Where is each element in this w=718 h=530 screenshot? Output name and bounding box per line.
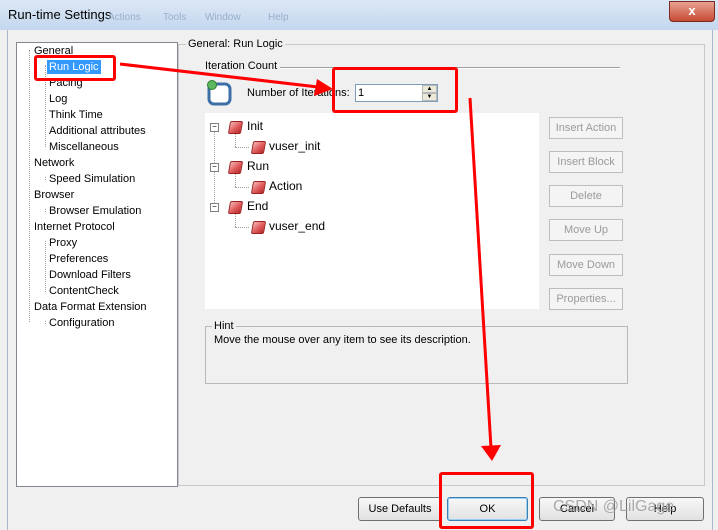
- tree-item-miscellaneous[interactable]: Miscellaneous: [47, 140, 121, 154]
- tree-line: [235, 173, 236, 187]
- insert-block-button[interactable]: Insert Block: [549, 151, 623, 173]
- move-down-button[interactable]: Move Down: [549, 254, 623, 276]
- tree-line: [235, 187, 249, 188]
- insert-action-button[interactable]: Insert Action: [549, 117, 623, 139]
- block-icon: [227, 161, 244, 174]
- action-tree-init[interactable]: Init: [247, 119, 263, 134]
- delete-button[interactable]: Delete: [549, 185, 623, 207]
- tree-item-browser[interactable]: Browser: [32, 188, 76, 202]
- tree-item-preferences[interactable]: Preferences: [47, 252, 110, 266]
- ghost-menu-actions: Actions: [108, 12, 141, 23]
- block-icon: [227, 121, 244, 134]
- section-title: General: Run Logic: [186, 38, 285, 50]
- tree-item-internet-protocol[interactable]: Internet Protocol: [32, 220, 117, 234]
- collapse-run-toggle[interactable]: −: [210, 163, 219, 172]
- tree-line: [235, 133, 236, 147]
- ghost-menu-help: Help: [268, 12, 289, 23]
- tree-item-configuration[interactable]: Configuration: [47, 316, 116, 330]
- ghost-menu-window: Window: [205, 12, 241, 23]
- tree-line: [45, 177, 46, 180]
- loop-icon: [207, 80, 233, 106]
- tree-line: [45, 209, 46, 212]
- iteration-group-label: Iteration Count: [203, 60, 280, 72]
- window-title: Run-time Settings: [8, 7, 112, 22]
- close-icon: x: [688, 3, 696, 18]
- hint-text: Move the mouse over any item to see its …: [214, 334, 471, 346]
- watermark: CSDN @LilGage: [553, 498, 675, 515]
- action-tree-run[interactable]: Run: [247, 159, 269, 174]
- tree-item-contentcheck[interactable]: ContentCheck: [47, 284, 121, 298]
- tree-item-additional-attributes[interactable]: Additional attributes: [47, 124, 148, 138]
- tree-item-think-time[interactable]: Think Time: [47, 108, 105, 122]
- annotation-highlight-iterations: [332, 67, 458, 113]
- settings-tree[interactable]: General Run Logic Pacing Log Think Time …: [16, 42, 178, 487]
- tree-item-browser-emulation[interactable]: Browser Emulation: [47, 204, 143, 218]
- title-bar[interactable]: Run-time Settings Actions Tools Window H…: [0, 0, 718, 30]
- use-defaults-button[interactable]: Use Defaults: [358, 497, 442, 521]
- tree-item-log[interactable]: Log: [47, 92, 69, 106]
- tree-item-download-filters[interactable]: Download Filters: [47, 268, 133, 282]
- tree-line: [29, 50, 30, 322]
- tree-item-proxy[interactable]: Proxy: [47, 236, 79, 250]
- action-tree[interactable]: − Init vuser_init − Run Action − End vus…: [205, 113, 539, 309]
- tree-line: [235, 213, 236, 227]
- hint-label: Hint: [212, 320, 236, 332]
- collapse-end-toggle[interactable]: −: [210, 203, 219, 212]
- tree-line: [45, 321, 46, 324]
- properties-button[interactable]: Properties...: [549, 288, 623, 310]
- block-icon: [227, 201, 244, 214]
- close-button[interactable]: x: [669, 1, 715, 22]
- script-icon: [250, 181, 267, 194]
- tree-item-speed-simulation[interactable]: Speed Simulation: [47, 172, 137, 186]
- annotation-highlight-run-logic: [34, 55, 116, 81]
- action-tree-action[interactable]: Action: [269, 179, 302, 194]
- tree-line: [45, 241, 46, 292]
- ghost-menu-tools: Tools: [163, 12, 187, 23]
- action-tree-end[interactable]: End: [247, 199, 268, 214]
- script-icon: [250, 221, 267, 234]
- move-up-button[interactable]: Move Up: [549, 219, 623, 241]
- action-tree-vuser-end[interactable]: vuser_end: [269, 219, 325, 234]
- script-icon: [250, 141, 267, 154]
- tree-item-data-format-extension[interactable]: Data Format Extension: [32, 300, 149, 314]
- action-tree-vuser-init[interactable]: vuser_init: [269, 139, 320, 154]
- tree-item-network[interactable]: Network: [32, 156, 76, 170]
- collapse-init-toggle[interactable]: −: [210, 123, 219, 132]
- tree-line: [235, 227, 249, 228]
- annotation-highlight-ok: [439, 472, 534, 529]
- tree-line: [235, 147, 249, 148]
